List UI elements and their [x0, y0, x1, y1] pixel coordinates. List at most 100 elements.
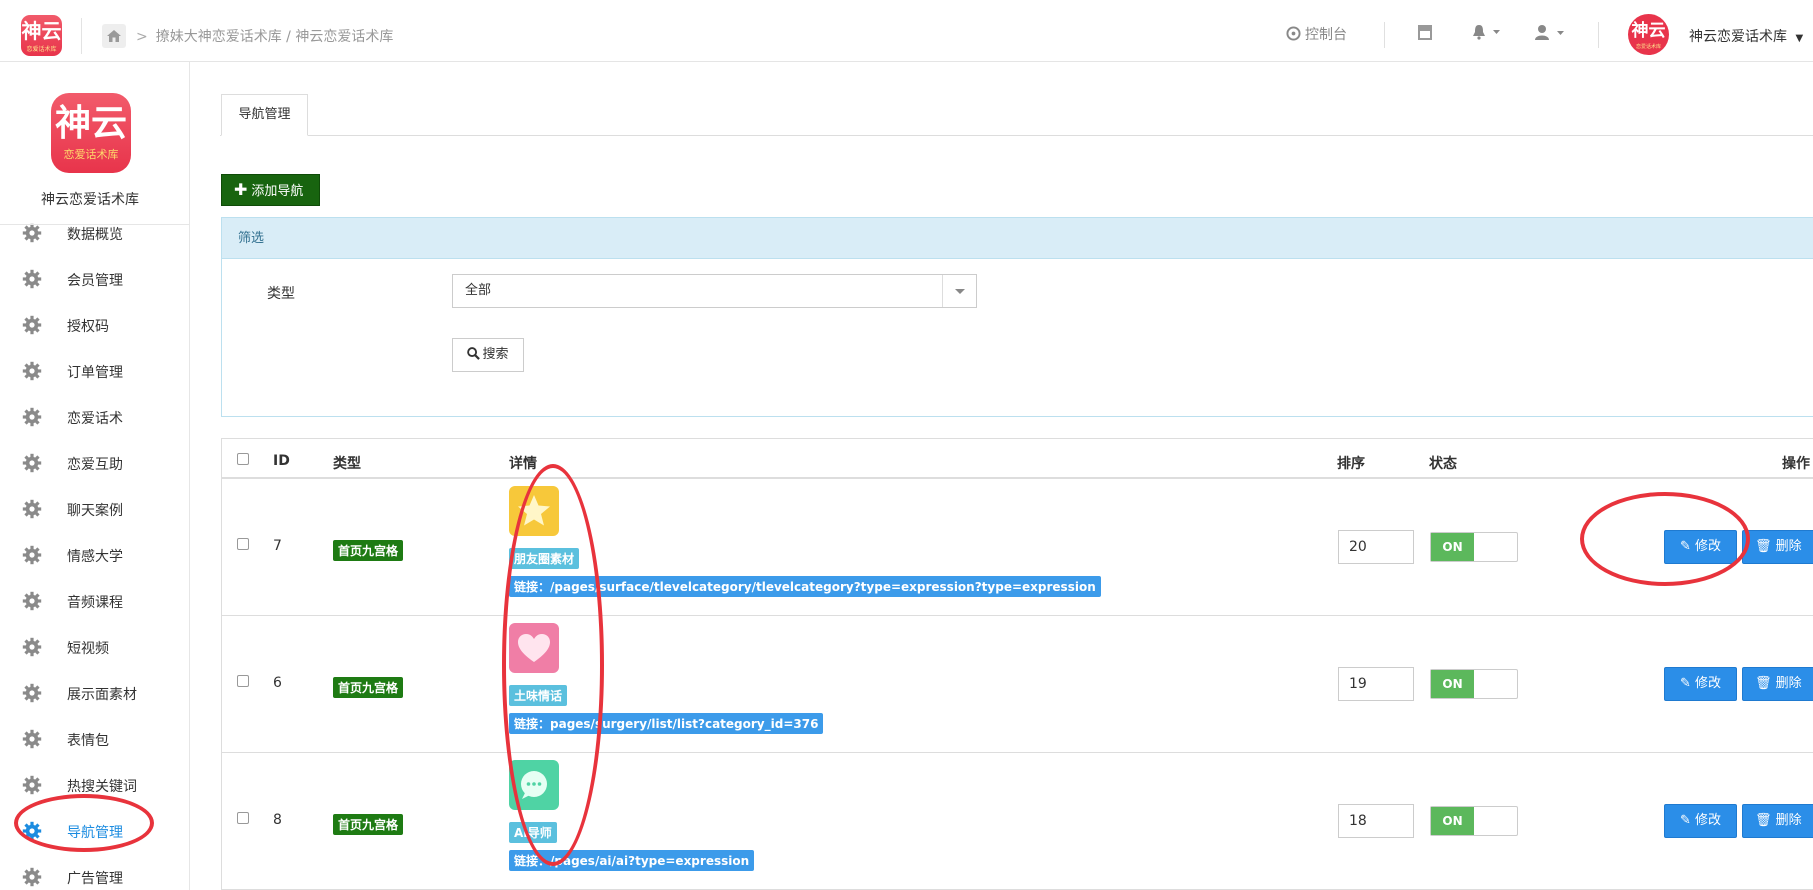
brand-logo-text: 神云 [54, 103, 127, 144]
chevron-right-icon: > [136, 29, 148, 45]
bell-icon [1473, 25, 1500, 40]
add-navigation-button[interactable]: ✚ 添加导航 [221, 174, 320, 206]
edit-icon: ✎ [1679, 676, 1691, 691]
type-select[interactable]: 全部 [452, 274, 977, 308]
row-checkbox[interactable] [237, 538, 249, 550]
gear-icon [22, 867, 42, 890]
gear-icon [22, 453, 42, 477]
caret-down-icon: ▼ [1795, 33, 1804, 44]
edit-button[interactable]: ✎ 修改 [1664, 530, 1737, 564]
app-logo[interactable]: 神云 恋爱话术库 [21, 15, 62, 56]
brand-logo: 神云 恋爱话术库 [51, 93, 131, 173]
sidebar-item-navigation[interactable]: 导航管理 [0, 808, 189, 854]
sidebar-item-label: 情感大学 [67, 549, 123, 565]
sidebar-item-label: 导航管理 [67, 825, 123, 841]
row-checkbox[interactable] [237, 675, 249, 687]
sidebar-item-hot-keywords[interactable]: 热搜关键词 [0, 762, 189, 808]
breadcrumb-text[interactable]: 撩妹大神恋爱话术库 / 神云恋爱话术库 [156, 29, 394, 45]
gear-icon [22, 729, 42, 753]
table-row: 7 首页九宫格 朋友圈素材 链接：/pages/surface/tlevelca… [222, 479, 1813, 616]
sidebar-item-chat-cases[interactable]: 聊天案例 [0, 486, 189, 532]
edit-button[interactable]: ✎ 修改 [1664, 804, 1737, 838]
gear-icon [22, 361, 42, 385]
divider [81, 18, 82, 54]
delete-label: 删除 [1775, 813, 1802, 828]
user-name-dropdown[interactable]: 神云恋爱话术库 ▼ [1689, 26, 1803, 46]
trash-icon: 🗑 [1755, 676, 1772, 691]
sidebar-item-audio-courses[interactable]: 音频课程 [0, 578, 189, 624]
sidebar-item-ads[interactable]: 广告管理 [0, 854, 189, 890]
sort-input[interactable]: 20 [1338, 530, 1414, 564]
status-toggle[interactable]: ON [1430, 806, 1518, 836]
edit-label: 修改 [1695, 676, 1722, 691]
heart-icon [509, 623, 559, 673]
gear-icon [22, 269, 42, 293]
sidebar-item-label: 订单管理 [67, 365, 123, 381]
home-button[interactable] [102, 24, 126, 48]
delete-button[interactable]: 🗑 删除 [1742, 667, 1813, 701]
sidebar-item-label: 表情包 [67, 733, 109, 749]
store-button[interactable] [1416, 24, 1434, 44]
sidebar-item-orders[interactable]: 订单管理 [0, 348, 189, 394]
sidebar-item-label: 广告管理 [67, 871, 123, 887]
sort-input[interactable]: 18 [1338, 804, 1414, 838]
type-badge: 首页九宫格 [333, 677, 404, 698]
sidebar-item-emotion-university[interactable]: 情感大学 [0, 532, 189, 578]
user-name: 神云恋爱话术库 [1689, 29, 1787, 45]
sidebar-item-auth-codes[interactable]: 授权码 [0, 302, 189, 348]
status-toggle[interactable]: ON [1430, 532, 1518, 562]
sidebar: 神云 恋爱话术库 神云恋爱话术库 数据概览 会员管理 授权码 订单管理 恋爱话术 … [0, 62, 190, 890]
edit-icon: ✎ [1679, 813, 1691, 828]
avatar[interactable]: 神云 恋爱话术库 [1628, 14, 1669, 55]
sidebar-item-members[interactable]: 会员管理 [0, 256, 189, 302]
user-icon [1535, 25, 1564, 40]
star-icon [509, 486, 559, 536]
sort-input[interactable]: 19 [1338, 667, 1414, 701]
sidebar-item-label: 展示面素材 [67, 687, 137, 703]
console-icon [1286, 26, 1301, 41]
search-button[interactable]: 搜索 [452, 338, 524, 372]
caret-down-icon [942, 275, 976, 307]
tab-navigation-management[interactable]: 导航管理 [221, 94, 308, 136]
sidebar-item-label: 音频课程 [67, 595, 123, 611]
trash-icon: 🗑 [1755, 813, 1772, 828]
nav-name-tag: 土味情话 [509, 685, 568, 706]
nav-link-tag: 链接：pages/surgery/list/list?category_id=3… [509, 713, 824, 734]
sidebar-item-love-help[interactable]: 恋爱互助 [0, 440, 189, 486]
sidebar-item-label: 数据概览 [67, 227, 123, 243]
trash-icon: 🗑 [1755, 539, 1772, 554]
column-header-details: 详情 [509, 456, 537, 472]
console-link[interactable]: 控制台 [1286, 24, 1347, 44]
plus-icon: ✚ [234, 180, 248, 199]
sidebar-item-love-scripts[interactable]: 恋爱话术 [0, 394, 189, 440]
delete-label: 删除 [1775, 676, 1802, 691]
edit-label: 修改 [1695, 813, 1722, 828]
breadcrumb: > 撩妹大神恋爱话术库 / 神云恋爱话术库 [136, 26, 393, 46]
sidebar-item-display-materials[interactable]: 展示面素材 [0, 670, 189, 716]
notifications-button[interactable] [1472, 24, 1502, 44]
status-toggle[interactable]: ON [1430, 669, 1518, 699]
sidebar-item-emoji-packs[interactable]: 表情包 [0, 716, 189, 762]
sidebar-item-data-overview[interactable]: 数据概览 [0, 210, 189, 256]
sidebar-item-label: 授权码 [67, 319, 109, 335]
delete-button[interactable]: 🗑 删除 [1742, 804, 1813, 838]
filter-panel: 筛选 类型 全部 搜索 [221, 217, 1813, 417]
select-all-checkbox[interactable] [237, 453, 249, 465]
gear-icon [22, 223, 42, 247]
gear-icon [22, 545, 42, 569]
row-checkbox[interactable] [237, 812, 249, 824]
gear-icon [22, 499, 42, 523]
sidebar-item-label: 恋爱话术 [67, 411, 123, 427]
nav-link-tag: 链接：/pages/ai/ai?type=expression [509, 850, 755, 871]
gear-icon [22, 683, 42, 707]
edit-button[interactable]: ✎ 修改 [1664, 667, 1737, 701]
user-menu-button[interactable] [1534, 24, 1566, 45]
type-badge: 首页九宫格 [333, 814, 404, 835]
sidebar-item-short-videos[interactable]: 短视频 [0, 624, 189, 670]
delete-button[interactable]: 🗑 删除 [1742, 530, 1813, 564]
tab-strip [220, 135, 1813, 136]
row-id: 6 [273, 675, 282, 691]
divider [0, 224, 189, 225]
chat-icon [509, 760, 559, 810]
divider [1384, 22, 1385, 48]
